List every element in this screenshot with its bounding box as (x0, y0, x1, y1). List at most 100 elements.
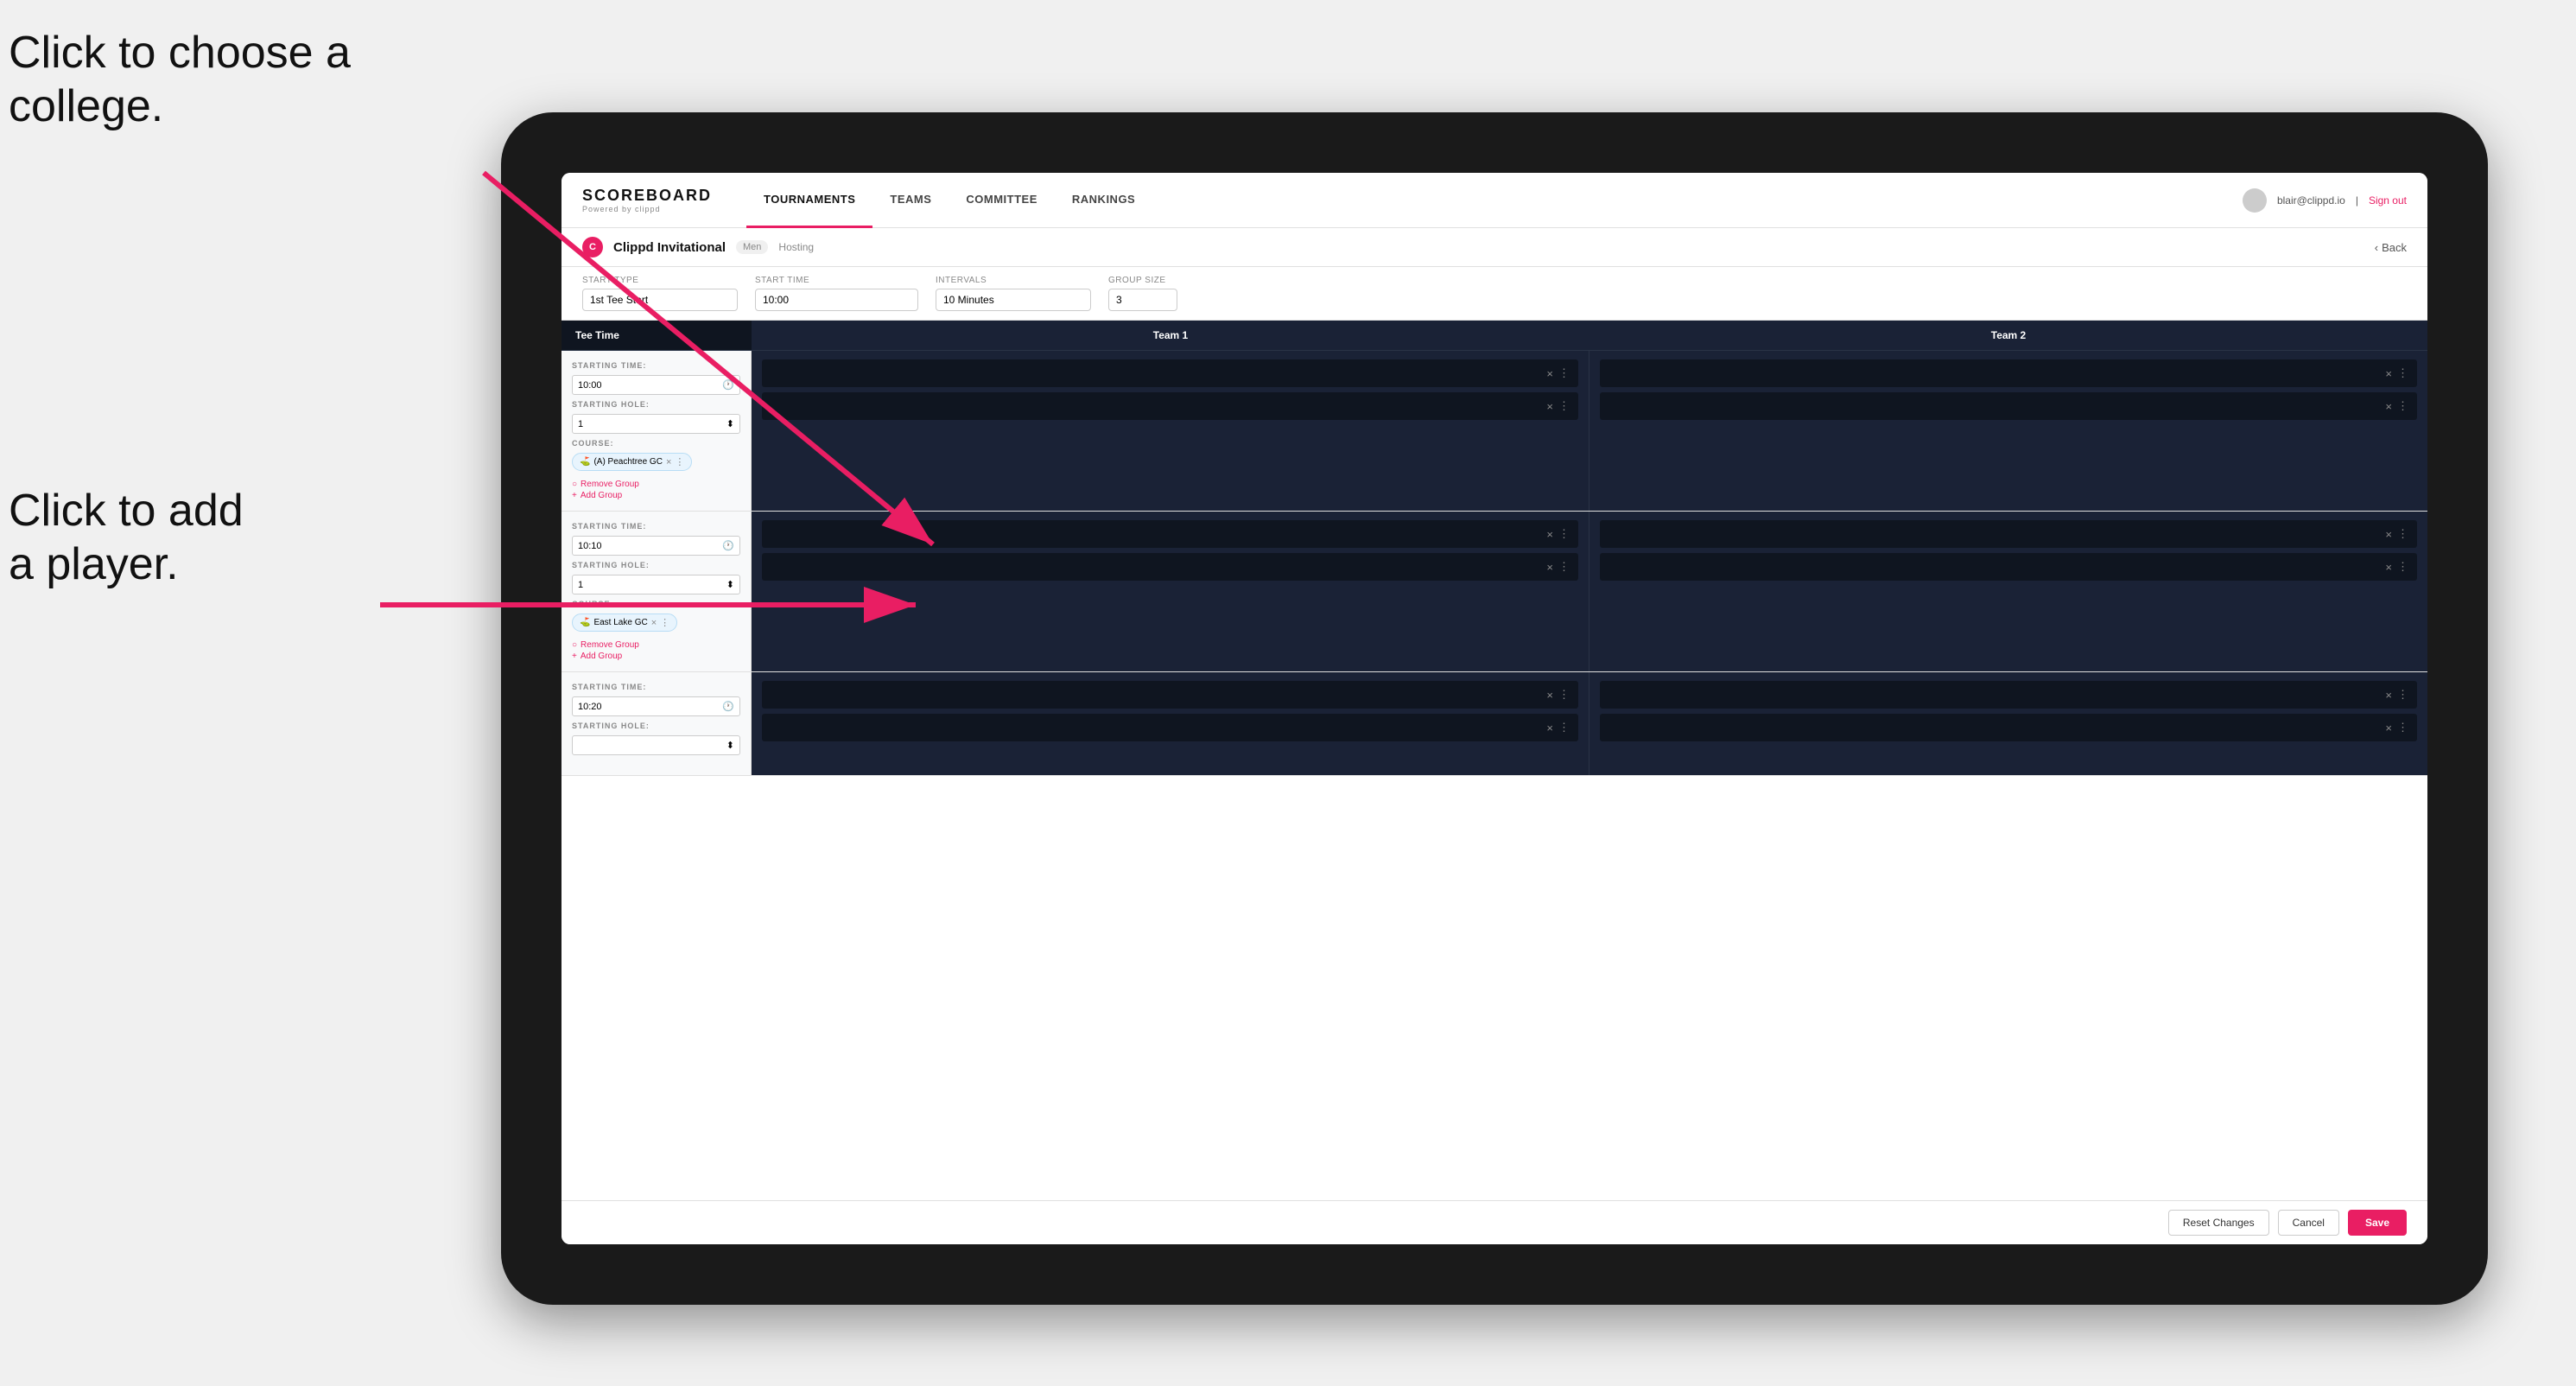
player-controls: × ⋮ (1546, 560, 1570, 574)
avatar (2243, 188, 2267, 213)
annotation-add-player: Click to add a player. (9, 484, 244, 592)
player-more-icon[interactable]: ⋮ (1558, 527, 1570, 541)
course-chip-2[interactable]: ⛳ East Lake GC × ⋮ (572, 614, 677, 632)
tablet-screen: SCOREBOARD Powered by clippd TOURNAMENTS… (562, 173, 2427, 1244)
bottom-bar: Reset Changes Cancel Save (562, 1200, 2427, 1244)
main-content: Tee Time Team 1 Team 2 STARTING TIME: 10… (562, 321, 2427, 1244)
player-row: × ⋮ (1600, 359, 2417, 387)
starting-time-input-3[interactable]: 10:20 🕐 (572, 696, 740, 716)
remove-group-btn-1[interactable]: ○ Remove Group (572, 480, 740, 489)
tournament-badge: Men (736, 240, 768, 254)
starting-hole-label-3: STARTING HOLE: (572, 722, 740, 730)
group-size-select[interactable]: 3 2 4 (1108, 289, 1177, 311)
brand-sub: Powered by clippd (582, 205, 712, 213)
player-controls: × ⋮ (1546, 688, 1570, 702)
course-chip-remove-1[interactable]: × (666, 457, 671, 467)
player-more-icon[interactable]: ⋮ (2397, 366, 2408, 380)
reset-changes-button[interactable]: Reset Changes (2168, 1210, 2269, 1236)
starting-hole-input-1[interactable]: 1 ⬍ (572, 414, 740, 434)
back-button[interactable]: ‹ Back (2375, 241, 2407, 254)
player-more-icon[interactable]: ⋮ (1558, 688, 1570, 702)
nav-bar: SCOREBOARD Powered by clippd TOURNAMENTS… (562, 173, 2427, 228)
nav-links: TOURNAMENTS TEAMS COMMITTEE RANKINGS (746, 173, 2243, 228)
sub-header: C Clippd Invitational Men Hosting ‹ Back (562, 228, 2427, 267)
table-header: Tee Time Team 1 Team 2 (562, 321, 2427, 351)
player-row: × ⋮ (762, 553, 1578, 581)
nav-rankings[interactable]: RANKINGS (1055, 173, 1152, 228)
player-more-icon[interactable]: ⋮ (1558, 721, 1570, 734)
player-controls: × ⋮ (2385, 527, 2408, 541)
group-1-actions: ○ Remove Group + Add Group (572, 480, 740, 500)
player-more-icon[interactable]: ⋮ (2397, 721, 2408, 734)
brand-title: SCOREBOARD (582, 187, 712, 205)
starting-time-label-3: STARTING TIME: (572, 683, 740, 691)
player-x-icon[interactable]: × (2385, 367, 2392, 380)
player-row: × ⋮ (762, 359, 1578, 387)
cancel-button[interactable]: Cancel (2278, 1210, 2339, 1236)
player-x-icon[interactable]: × (1546, 528, 1553, 541)
sign-out-link[interactable]: Sign out (2369, 194, 2407, 207)
player-x-icon[interactable]: × (2385, 689, 2392, 702)
stepper-icon-2: ⬍ (726, 579, 734, 590)
group-2-team1: × ⋮ × ⋮ (752, 512, 1589, 671)
hosting-label: Hosting (778, 241, 814, 253)
player-more-icon[interactable]: ⋮ (2397, 560, 2408, 574)
nav-teams[interactable]: TEAMS (872, 173, 949, 228)
player-more-icon[interactable]: ⋮ (2397, 399, 2408, 413)
th-tee-time: Tee Time (562, 321, 752, 350)
course-chip-remove-2[interactable]: × (651, 618, 657, 628)
intervals-select[interactable]: 10 Minutes 8 Minutes 12 Minutes (936, 289, 1091, 311)
player-row: × ⋮ (1600, 392, 2417, 420)
starting-hole-input-3[interactable]: ⬍ (572, 735, 740, 755)
groups-container: STARTING TIME: 10:00 🕐 STARTING HOLE: 1 … (562, 351, 2427, 1200)
player-x-icon[interactable]: × (2385, 561, 2392, 574)
add-group-btn-2[interactable]: + Add Group (572, 652, 740, 661)
starting-time-input-2[interactable]: 10:10 🕐 (572, 536, 740, 556)
player-x-icon[interactable]: × (1546, 400, 1553, 413)
stepper-icon-1: ⬍ (726, 418, 734, 429)
nav-committee[interactable]: COMMITTEE (949, 173, 1055, 228)
course-label-2: COURSE: (572, 600, 740, 608)
player-more-icon[interactable]: ⋮ (1558, 560, 1570, 574)
player-x-icon[interactable]: × (2385, 400, 2392, 413)
player-controls: × ⋮ (2385, 721, 2408, 734)
player-x-icon[interactable]: × (2385, 722, 2392, 734)
player-row: × ⋮ (1600, 681, 2417, 709)
remove-group-btn-2[interactable]: ○ Remove Group (572, 640, 740, 650)
starting-hole-input-2[interactable]: 1 ⬍ (572, 575, 740, 594)
starting-time-label-2: STARTING TIME: (572, 522, 740, 531)
player-x-icon[interactable]: × (1546, 561, 1553, 574)
player-row: × ⋮ (1600, 714, 2417, 741)
th-team2: Team 2 (1589, 321, 2427, 350)
course-chip-1[interactable]: ⛳ (A) Peachtree GC × ⋮ (572, 453, 692, 471)
player-x-icon[interactable]: × (1546, 367, 1553, 380)
add-group-btn-1[interactable]: + Add Group (572, 491, 740, 500)
course-chip-icon-1: ⛳ (580, 457, 590, 467)
group-size-label: Group Size (1108, 276, 1177, 285)
player-controls: × ⋮ (2385, 688, 2408, 702)
player-more-icon[interactable]: ⋮ (1558, 366, 1570, 380)
start-time-input[interactable] (755, 289, 918, 311)
save-button[interactable]: Save (2348, 1210, 2407, 1236)
group-1-team2: × ⋮ × ⋮ (1589, 351, 2427, 511)
player-more-icon[interactable]: ⋮ (2397, 527, 2408, 541)
nav-tournaments[interactable]: TOURNAMENTS (746, 173, 872, 228)
course-chip-more-1[interactable]: ⋮ (675, 456, 684, 467)
group-2-team2: × ⋮ × ⋮ (1589, 512, 2427, 671)
start-type-select[interactable]: 1st Tee Start Shotgun Start (582, 289, 738, 311)
course-chip-more-2[interactable]: ⋮ (660, 617, 669, 628)
player-controls: × ⋮ (2385, 560, 2408, 574)
player-x-icon[interactable]: × (1546, 722, 1553, 734)
stepper-icon-3: ⬍ (726, 740, 734, 751)
course-chip-icon-2: ⛳ (580, 618, 590, 627)
player-controls: × ⋮ (1546, 366, 1570, 380)
starting-time-input-1[interactable]: 10:00 🕐 (572, 375, 740, 395)
player-more-icon[interactable]: ⋮ (1558, 399, 1570, 413)
back-label: Back (2382, 241, 2407, 254)
player-more-icon[interactable]: ⋮ (2397, 688, 2408, 702)
player-row: × ⋮ (762, 520, 1578, 548)
tablet-frame: SCOREBOARD Powered by clippd TOURNAMENTS… (501, 112, 2488, 1305)
remove-icon-2: ○ (572, 640, 577, 650)
player-x-icon[interactable]: × (1546, 689, 1553, 702)
player-x-icon[interactable]: × (2385, 528, 2392, 541)
